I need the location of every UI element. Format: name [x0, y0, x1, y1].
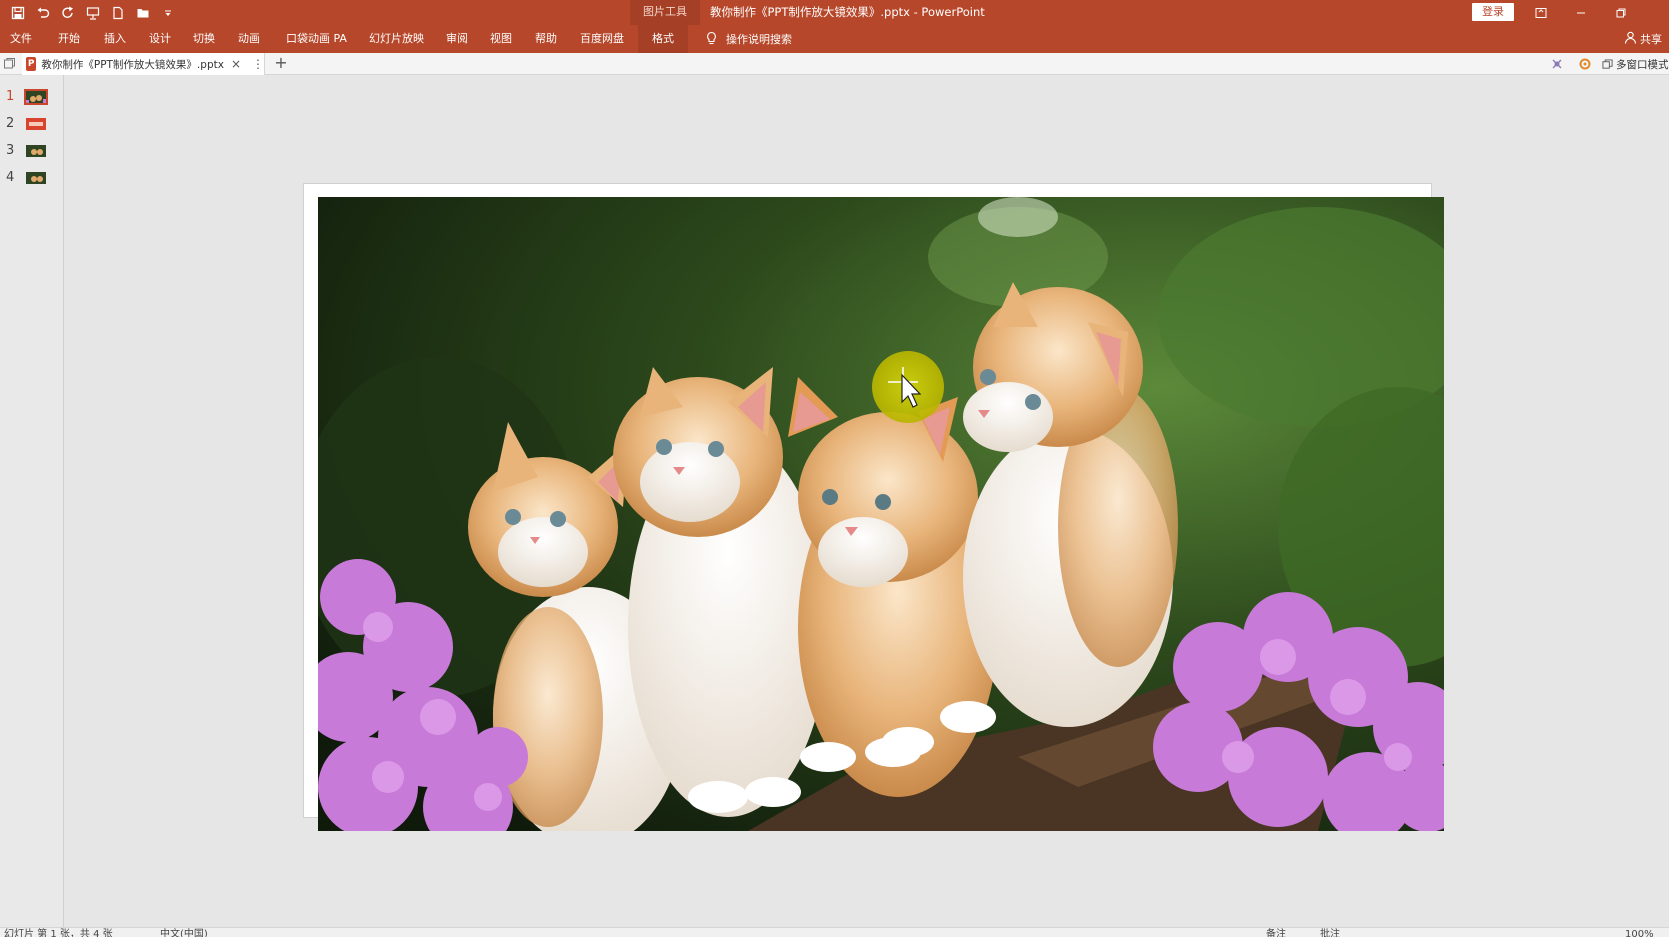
present-icon[interactable]	[85, 5, 101, 21]
slide-preview-image	[26, 145, 46, 157]
share-label: 共享	[1640, 33, 1662, 46]
open-icon[interactable]	[135, 5, 151, 21]
tab-slideshow[interactable]: 幻灯片放映	[369, 25, 424, 53]
save-icon[interactable]	[10, 5, 26, 21]
ribbon-tab-bar: 文件 开始 插入 设计 切换 动画 口袋动画 PA 幻灯片放映 审阅 视图 帮助…	[0, 25, 1669, 53]
tab-design[interactable]: 设计	[149, 25, 171, 53]
undo-icon[interactable]	[35, 5, 51, 21]
lightbulb-icon	[705, 31, 718, 48]
slide-thumbnail[interactable]: 4	[0, 168, 64, 188]
new-file-icon[interactable]	[110, 5, 126, 21]
login-button[interactable]: 登录	[1472, 3, 1514, 21]
multi-window-icon	[1602, 58, 1613, 69]
minimize-icon[interactable]	[1561, 0, 1601, 25]
slide-thumbnail[interactable]: 2	[0, 114, 64, 134]
redo-icon[interactable]	[60, 5, 76, 21]
settings-icon[interactable]	[1578, 53, 1592, 75]
tab-list-icon[interactable]	[3, 57, 16, 70]
tab-home[interactable]: 开始	[58, 25, 80, 53]
slide-thumbnail[interactable]: 3	[0, 141, 64, 161]
notes-button[interactable]: 备注	[1266, 929, 1286, 937]
close-icon[interactable]: ×	[231, 57, 241, 71]
comments-button[interactable]: 批注	[1320, 929, 1340, 937]
tab-format[interactable]: 格式	[638, 25, 688, 53]
slide-preview-image	[26, 172, 46, 184]
ribbon-display-icon[interactable]	[1521, 0, 1561, 25]
slide-thumbnail-pane: 1 2 3 4	[0, 75, 64, 927]
slide-count-status: 幻灯片 第 1 张，共 4 张	[4, 929, 113, 937]
slide-preview-image	[26, 118, 46, 130]
document-tab[interactable]: P 教你制作《PPT制作放大镜效果》.pptx × ⋮	[22, 53, 265, 75]
multi-window-button[interactable]: 多窗口模式	[1602, 53, 1669, 75]
person-icon	[1624, 31, 1637, 47]
tab-pocket-animation[interactable]: 口袋动画 PA	[286, 25, 347, 53]
share-button[interactable]: 共享	[1624, 25, 1662, 53]
quick-access-toolbar	[10, 0, 176, 25]
slide-number: 3	[6, 143, 15, 158]
document-tab-strip: P 教你制作《PPT制作放大镜效果》.pptx × ⋮ + 多窗口模式	[0, 53, 1669, 75]
title-bar: 图片工具 教你制作《PPT制作放大镜效果》.pptx - PowerPoint …	[0, 0, 1669, 25]
slide-number: 1	[6, 89, 15, 104]
add-tab-icon[interactable]: +	[271, 54, 291, 74]
contextual-tab-group-label: 图片工具	[630, 0, 700, 25]
document-tab-label: 教你制作《PPT制作放大镜效果》.pptx	[41, 58, 224, 71]
tab-file[interactable]: 文件	[10, 25, 32, 53]
slide-thumbnail[interactable]: 1	[0, 87, 64, 107]
kittens-photo[interactable]	[318, 197, 1444, 831]
tell-me-search[interactable]: 操作说明搜索	[705, 25, 792, 53]
tab-baidu-netdisk[interactable]: 百度网盘	[580, 25, 624, 53]
slide-number: 2	[6, 116, 15, 131]
restore-icon[interactable]	[1601, 0, 1641, 25]
more-icon[interactable]: ⋮	[252, 57, 264, 71]
customize-qat-icon[interactable]	[160, 5, 176, 21]
slide-preview-image	[24, 89, 48, 105]
zoom-level[interactable]: 100%	[1625, 929, 1654, 937]
tell-me-label: 操作说明搜索	[726, 33, 792, 46]
multi-window-label: 多窗口模式	[1616, 58, 1669, 71]
pin-icon[interactable]	[1550, 53, 1564, 75]
slide-number: 4	[6, 170, 15, 185]
tab-insert[interactable]: 插入	[104, 25, 126, 53]
tab-animations[interactable]: 动画	[238, 25, 260, 53]
tab-view[interactable]: 视图	[490, 25, 512, 53]
language-status[interactable]: 中文(中国)	[160, 929, 208, 937]
ppt-file-icon: P	[26, 57, 37, 71]
status-bar: 幻灯片 第 1 张，共 4 张 中文(中国) 备注 批注 100%	[0, 927, 1669, 937]
tab-transitions[interactable]: 切换	[193, 25, 215, 53]
tab-help[interactable]: 帮助	[535, 25, 557, 53]
tab-review[interactable]: 审阅	[446, 25, 468, 53]
window-title: 教你制作《PPT制作放大镜效果》.pptx - PowerPoint	[710, 5, 985, 19]
